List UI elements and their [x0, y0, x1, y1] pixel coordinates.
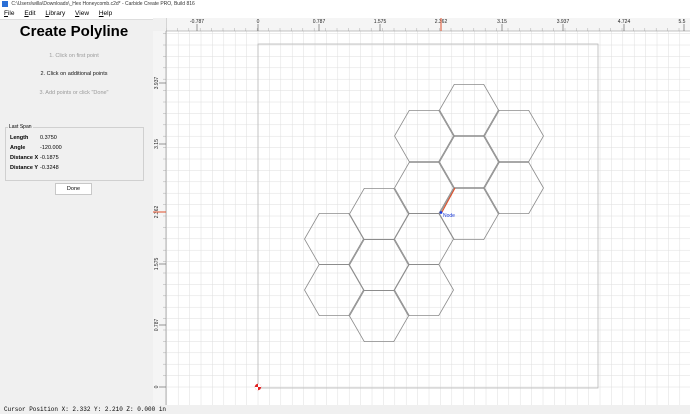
ruler-y-label: 3.937 [154, 77, 160, 90]
status-bar: Cursor Position X: 2.332 Y: 2.210 Z: 0.0… [0, 405, 690, 414]
ruler-x-label: 5.5 [679, 19, 686, 25]
menu-library[interactable]: Library [41, 9, 69, 19]
done-button[interactable]: Done [55, 183, 92, 195]
field-distance-y: Distance Y -0.3248 [10, 165, 59, 171]
menu-file[interactable]: File [0, 9, 19, 19]
step-2: 2. Click on additional points [40, 71, 108, 77]
menu-help[interactable]: Help [95, 9, 116, 19]
field-angle: Angle -120.000 [10, 145, 62, 151]
node-marker[interactable] [439, 211, 443, 214]
ruler-x-label: 3.15 [497, 19, 507, 25]
ruler-x-label: -0.787 [190, 19, 204, 25]
app-icon [2, 1, 8, 7]
length-value: 0.3750 [40, 135, 57, 141]
menu-edit[interactable]: Edit [20, 9, 39, 19]
step-1: 1. Click on first point [49, 53, 99, 59]
panel-title: Create Polyline [19, 23, 129, 40]
window-title: C:\Users\willa\Downloads\_Hex Honeycomb.… [11, 1, 195, 7]
menu-view[interactable]: View [71, 9, 93, 19]
ruler-x-label: 3.937 [557, 19, 570, 25]
last-span-group: Last Span Length 0.3750 Angle -120.000 Dis… [5, 124, 144, 181]
step-3: 3. Add points or click "Done" [39, 90, 109, 96]
title-bar: C:\Users\willa\Downloads\_Hex Honeycomb.… [0, 0, 690, 9]
ruler-x-label: 0 [257, 19, 260, 25]
angle-value: -120.000 [40, 145, 62, 151]
origin-marker [254, 383, 262, 391]
field-distance-x: Distance X -0.1875 [10, 155, 59, 161]
top-ruler [153, 18, 690, 31]
ruler-y-label: 0 [154, 385, 160, 388]
last-span-label: Last Span [8, 124, 33, 130]
ruler-y-label: 3.15 [154, 139, 160, 149]
ruler-x-label: 0.787 [313, 19, 326, 25]
ruler-x-label: 4.724 [618, 19, 631, 25]
ruler-y-label: 1.575 [154, 258, 160, 271]
distance-x-value: -0.1875 [40, 155, 59, 161]
node-label: Node [443, 213, 455, 219]
design-canvas[interactable]: Node -0.78700.7871.5752.3623.153.9374.72… [153, 18, 690, 405]
ruler-x-label: 1.575 [374, 19, 387, 25]
field-length: Length 0.3750 [10, 135, 57, 141]
ruler-y-label: 0.787 [154, 319, 160, 332]
distance-y-value: -0.3248 [40, 165, 59, 171]
tool-panel: Create Polyline 1. Click on first point … [0, 20, 148, 405]
